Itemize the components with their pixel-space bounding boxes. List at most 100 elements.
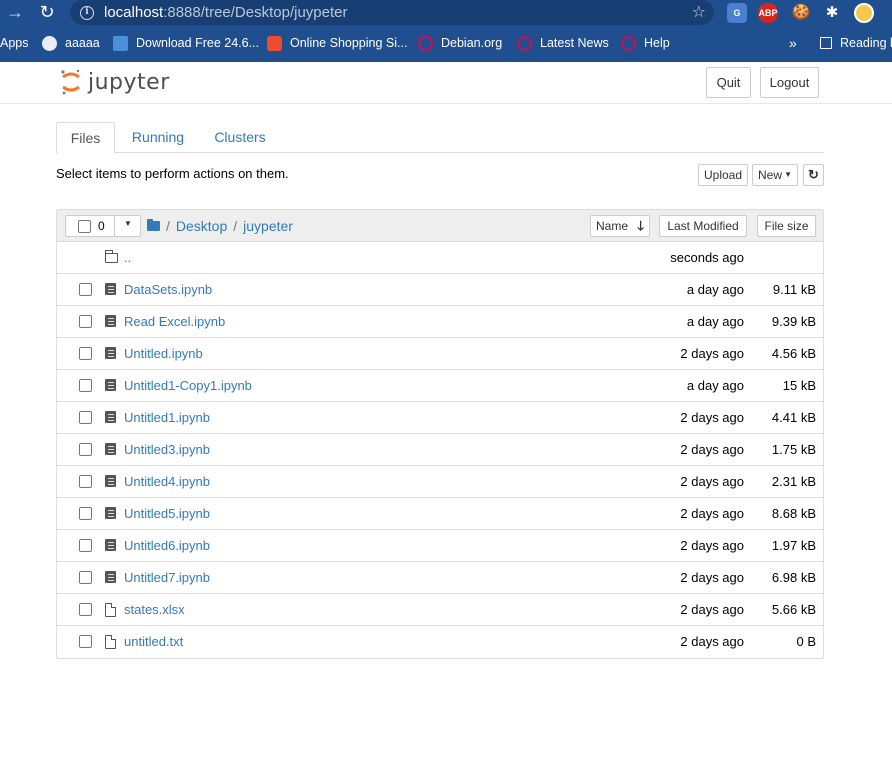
quit-button[interactable]: Quit xyxy=(706,67,751,98)
file-name-link[interactable]: Untitled.ipynb xyxy=(124,346,203,361)
file-name-link[interactable]: Read Excel.ipynb xyxy=(124,314,225,329)
debian-swirl-icon xyxy=(517,35,532,51)
row-checkbox[interactable] xyxy=(79,603,92,616)
row-checkbox[interactable] xyxy=(79,411,92,424)
bookmark-online-shopping[interactable]: Online Shopping Si... xyxy=(267,30,407,56)
bookmark-help[interactable]: Help xyxy=(621,30,670,56)
reload-icon[interactable]: ↻ xyxy=(36,1,58,23)
reading-list[interactable]: Reading l xyxy=(820,30,892,56)
select-all-checkbox[interactable] xyxy=(78,220,91,233)
jupyter-logo[interactable]: jupyter xyxy=(60,68,170,96)
file-row[interactable]: states.xlsx 2 days ago 5.66 kB xyxy=(57,594,823,626)
notebook-icon xyxy=(105,379,116,391)
upload-button[interactable]: Upload xyxy=(698,164,748,186)
file-row[interactable]: untitled.txt 2 days ago 0 B xyxy=(57,626,823,658)
google-translate-icon[interactable]: G xyxy=(727,3,747,23)
modified-time: 2 days ago xyxy=(680,538,744,553)
file-name-link[interactable]: Untitled7.ipynb xyxy=(124,570,210,585)
forward-arrow-icon[interactable]: → xyxy=(4,1,26,23)
tab-clusters[interactable]: Clusters xyxy=(206,122,274,153)
modified-time: 2 days ago xyxy=(680,506,744,521)
adblock-plus-icon[interactable]: ABP xyxy=(758,3,778,23)
cookie-icon[interactable]: 🍪 xyxy=(791,3,811,23)
modified-time: a day ago xyxy=(686,314,744,329)
file-icon xyxy=(105,635,116,649)
row-checkbox[interactable] xyxy=(79,315,92,328)
new-dropdown-button[interactable]: New ▼ xyxy=(752,164,798,186)
file-row[interactable]: Untitled3.ipynb 2 days ago 1.75 kB xyxy=(57,434,823,466)
sort-by-last-modified-button[interactable]: Last Modified xyxy=(659,215,747,237)
file-row[interactable]: Untitled6.ipynb 2 days ago 1.97 kB xyxy=(57,530,823,562)
browser-chrome: → ↻ i localhost:8888/tree/Desktop/juypet… xyxy=(0,0,892,62)
row-checkbox[interactable] xyxy=(79,283,92,296)
file-row[interactable]: Untitled1.ipynb 2 days ago 4.41 kB xyxy=(57,402,823,434)
file-row[interactable]: Untitled5.ipynb 2 days ago 8.68 kB xyxy=(57,498,823,530)
file-size: 1.97 kB xyxy=(771,538,816,553)
row-checkbox[interactable] xyxy=(79,571,92,584)
file-name-link[interactable]: Untitled1.ipynb xyxy=(124,410,210,425)
extensions-puzzle-icon[interactable]: ✱ xyxy=(822,3,842,23)
sort-by-name-button[interactable]: Name 🡓 xyxy=(590,215,650,237)
file-name-link[interactable]: untitled.txt xyxy=(124,634,183,649)
url-text[interactable]: localhost:8888/tree/Desktop/juypeter xyxy=(104,4,347,21)
select-all-dropdown[interactable]: 0 ▼ xyxy=(65,215,141,237)
bookmark-star-icon[interactable]: ☆ xyxy=(692,2,706,22)
tab-running[interactable]: Running xyxy=(124,122,192,153)
file-name-link[interactable]: Untitled4.ipynb xyxy=(124,474,210,489)
breadcrumb-juypeter[interactable]: juypeter xyxy=(243,218,293,234)
file-name-link[interactable]: states.xlsx xyxy=(124,602,185,617)
parent-directory-row[interactable]: .. seconds ago xyxy=(57,242,823,274)
row-checkbox[interactable] xyxy=(79,539,92,552)
file-row[interactable]: DataSets.ipynb a day ago 9.11 kB xyxy=(57,274,823,306)
file-name-link[interactable]: DataSets.ipynb xyxy=(124,282,212,297)
modified-time: 2 days ago xyxy=(680,570,744,585)
bookmark-latest-news[interactable]: Latest News xyxy=(517,30,609,56)
parent-directory-link[interactable]: .. xyxy=(124,250,131,265)
file-name-link[interactable]: Untitled3.ipynb xyxy=(124,442,210,457)
bookmark-download-free[interactable]: Download Free 24.6... xyxy=(113,30,259,56)
file-row[interactable]: Untitled7.ipynb 2 days ago 6.98 kB xyxy=(57,562,823,594)
row-checkbox[interactable] xyxy=(79,507,92,520)
file-row[interactable]: Untitled1-Copy1.ipynb a day ago 15 kB xyxy=(57,370,823,402)
bookmark-debian[interactable]: Debian.org xyxy=(418,30,502,56)
file-size: 6.98 kB xyxy=(771,570,816,585)
row-checkbox[interactable] xyxy=(79,635,92,648)
bookmark-apps[interactable]: Apps xyxy=(0,30,29,56)
refresh-button[interactable]: ↻ xyxy=(803,164,824,186)
bookmarks-overflow[interactable]: » xyxy=(789,30,797,56)
sort-by-file-size-button[interactable]: File size xyxy=(757,215,816,237)
reading-list-icon xyxy=(820,37,832,49)
jupyter-logo-icon xyxy=(60,68,82,96)
row-checkbox[interactable] xyxy=(79,379,92,392)
file-row[interactable]: Read Excel.ipynb a day ago 9.39 kB xyxy=(57,306,823,338)
address-bar[interactable]: i localhost:8888/tree/Desktop/juypeter ☆ xyxy=(70,0,714,25)
file-name-link[interactable]: Untitled6.ipynb xyxy=(124,538,210,553)
file-name-link[interactable]: Untitled5.ipynb xyxy=(124,506,210,521)
breadcrumb-desktop[interactable]: Desktop xyxy=(176,218,227,234)
notebook-icon xyxy=(105,539,116,551)
notebook-icon xyxy=(105,443,116,455)
file-name-link[interactable]: Untitled1-Copy1.ipynb xyxy=(124,378,252,393)
modified-time: 2 days ago xyxy=(680,442,744,457)
selection-instruction: Select items to perform actions on them. xyxy=(56,166,289,181)
folder-icon[interactable] xyxy=(147,219,160,231)
bookmark-aaaaa[interactable]: aaaaa xyxy=(42,30,100,56)
file-list-header: 0 ▼ / Desktop / juypeter Name 🡓 Last Modi… xyxy=(57,210,823,242)
modified-time: 2 days ago xyxy=(680,410,744,425)
profile-avatar[interactable] xyxy=(854,3,874,23)
row-checkbox[interactable] xyxy=(79,443,92,456)
selected-count: 0 xyxy=(98,219,105,233)
row-checkbox[interactable] xyxy=(79,347,92,360)
row-checkbox[interactable] xyxy=(79,475,92,488)
file-size: 5.66 kB xyxy=(771,602,816,617)
file-size: 1.75 kB xyxy=(771,442,816,457)
logout-button[interactable]: Logout xyxy=(760,67,819,98)
site-info-icon[interactable]: i xyxy=(80,5,94,20)
tab-files[interactable]: Files xyxy=(56,122,115,154)
file-row[interactable]: Untitled.ipynb 2 days ago 4.56 kB xyxy=(57,338,823,370)
file-row[interactable]: Untitled4.ipynb 2 days ago 2.31 kB xyxy=(57,466,823,498)
download-icon xyxy=(113,35,128,51)
notebook-icon xyxy=(105,347,116,359)
folder-icon xyxy=(105,250,118,263)
browser-navbar: → ↻ i localhost:8888/tree/Desktop/juypet… xyxy=(0,0,892,26)
